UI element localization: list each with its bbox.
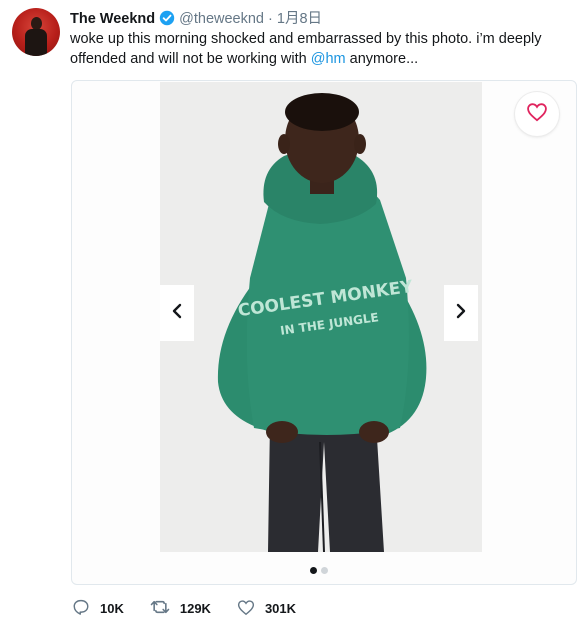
header-separator: · bbox=[268, 11, 273, 27]
media-card[interactable]: COOLEST MONKEY IN THE JUNGLE bbox=[71, 80, 577, 585]
like-count: 301K bbox=[264, 601, 297, 616]
reply-count: 10K bbox=[100, 601, 124, 616]
chevron-left-icon bbox=[171, 302, 183, 325]
favorite-button[interactable] bbox=[515, 92, 559, 136]
heart-outline-icon bbox=[526, 102, 548, 127]
photo-illustration: COOLEST MONKEY IN THE JUNGLE bbox=[217, 93, 427, 552]
carousel-prev-button[interactable] bbox=[160, 285, 194, 341]
tweet-text: woke up this morning shocked and embarra… bbox=[70, 29, 570, 69]
heart-icon bbox=[237, 599, 265, 619]
avatar-figure-body bbox=[25, 29, 47, 56]
tweet-date[interactable]: 1月8日 bbox=[277, 11, 322, 27]
retweet-icon bbox=[150, 598, 180, 619]
product-photo: COOLEST MONKEY IN THE JUNGLE bbox=[160, 82, 482, 552]
chevron-right-icon bbox=[455, 302, 467, 325]
tweet-actions: 10K 129K 301K bbox=[72, 598, 322, 619]
like-button[interactable]: 301K bbox=[237, 599, 296, 619]
author-name[interactable]: The Weeknd bbox=[70, 11, 155, 27]
carousel-next-button[interactable] bbox=[444, 285, 478, 341]
author-avatar[interactable] bbox=[12, 8, 60, 56]
retweet-count: 129K bbox=[179, 601, 211, 616]
author-handle[interactable]: @theweeknd bbox=[179, 11, 264, 27]
tweet-text-before: woke up this morning shocked and embarra… bbox=[70, 31, 542, 67]
retweet-button[interactable]: 129K bbox=[150, 598, 211, 619]
verified-badge-icon bbox=[159, 10, 175, 31]
carousel-dots bbox=[310, 567, 328, 574]
tweet-header: The Weeknd @theweeknd · 1月8日 bbox=[70, 10, 322, 31]
carousel-dot-1[interactable] bbox=[310, 567, 317, 574]
reply-button[interactable]: 10K bbox=[72, 598, 124, 619]
reply-icon bbox=[72, 598, 100, 619]
carousel-dot-2[interactable] bbox=[321, 567, 328, 574]
mention-link[interactable]: @hm bbox=[311, 51, 346, 67]
tweet-text-after: anymore... bbox=[345, 51, 419, 67]
